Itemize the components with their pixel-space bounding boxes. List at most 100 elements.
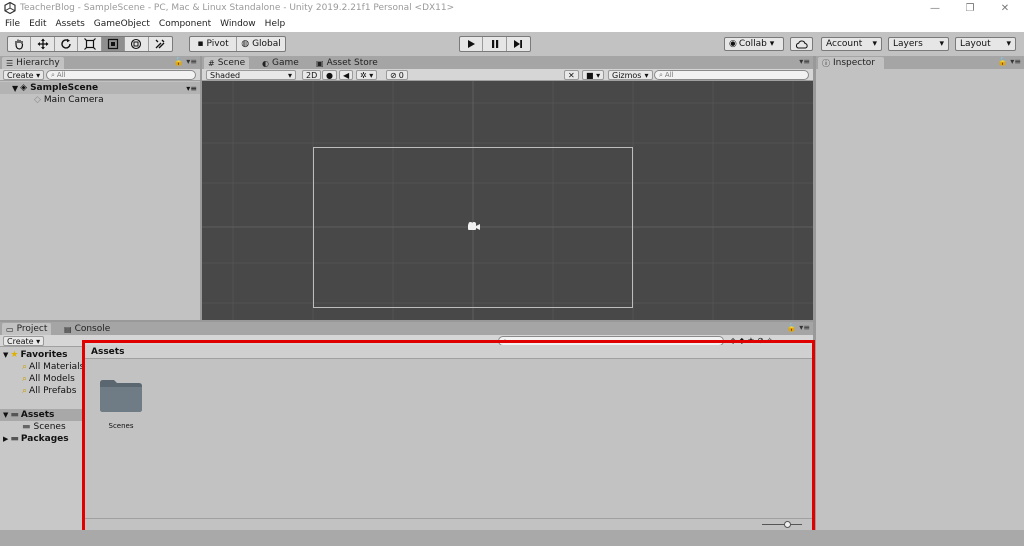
tab-console[interactable]: ▤ Console (60, 323, 114, 335)
camera-icon: ■ ▾ (586, 70, 601, 80)
panel-menu-icon[interactable]: 🔒 ▾≡ (998, 57, 1021, 66)
search-icon: ⌕ (51, 70, 55, 79)
gizmos-dropdown[interactable]: Gizmos ▾ (608, 70, 653, 80)
scene-tools-button[interactable]: ✕ (564, 70, 579, 80)
tools-icon: ✕ (568, 70, 575, 80)
transform-tool-button[interactable] (125, 37, 149, 51)
menu-assets[interactable]: Assets (56, 19, 85, 29)
2d-toggle[interactable]: 2D (302, 70, 322, 80)
folder-icon: ▬ (10, 410, 19, 420)
tab-game[interactable]: ◐ Game (258, 57, 303, 69)
close-button[interactable]: ✕ (988, 0, 1022, 16)
minimize-button[interactable]: — (918, 0, 952, 16)
assets-folder-row[interactable]: ▼ ▬ Assets (0, 409, 82, 421)
pacman-icon: ◐ (262, 58, 269, 68)
search-filter-icon: ⌕ (22, 362, 28, 372)
menu-help[interactable]: Help (265, 19, 286, 29)
hierarchy-item-label: Main Camera (43, 95, 104, 105)
favorite-label: All Prefabs (29, 386, 77, 396)
scene-tab-label: Scene (217, 58, 246, 68)
play-controls (459, 36, 531, 52)
chevron-down-icon: ▾ (1006, 39, 1011, 49)
menu-edit[interactable]: Edit (29, 19, 46, 29)
pause-button[interactable] (483, 37, 507, 51)
audio-toggle[interactable]: ◀ (339, 70, 354, 80)
play-button[interactable] (460, 37, 484, 51)
unity-logo-icon (4, 2, 16, 14)
step-button[interactable] (507, 37, 530, 51)
assets-content-area: Assets Scenes (82, 340, 815, 533)
inspector-tab-label: Inspector (833, 58, 875, 68)
menu-file[interactable]: File (5, 19, 20, 29)
scene-menu-icon[interactable]: ▾≡ (186, 84, 197, 93)
step-icon (514, 40, 523, 48)
collab-dropdown[interactable]: ◉ Collab ▾ (724, 37, 784, 51)
pivot-toggle[interactable]: ▪ Pivot (190, 37, 238, 51)
menu-window[interactable]: Window (220, 19, 256, 29)
camera-gizmo-icon[interactable] (467, 222, 481, 232)
assets-folder-label: Assets (20, 410, 55, 420)
favorites-row[interactable]: ▼ ★ Favorites (0, 349, 68, 361)
packages-row[interactable]: ▶ ▬ Packages (0, 433, 69, 445)
tab-hierarchy[interactable]: ☰ Hierarchy (2, 57, 64, 69)
tab-scene[interactable]: # Scene (204, 57, 250, 69)
scene-toolbar: Shaded ▾ 2D ● ◀ ✲ ▾ ⊘ 0 ✕ ■ ▾ Gizmos ▾ ⌕… (202, 69, 813, 81)
rect-tool-button[interactable] (101, 37, 126, 51)
account-dropdown[interactable]: Account ▾ (821, 37, 882, 51)
favorite-item[interactable]: ⌕ All Prefabs (0, 385, 76, 397)
icon-size-slider[interactable] (762, 521, 802, 528)
chevron-down-icon: ▾ (644, 70, 649, 80)
scene-search-input[interactable]: ⌕ All (654, 70, 809, 80)
move-tool-button[interactable] (31, 37, 55, 51)
cloud-button[interactable] (790, 37, 813, 51)
minimize-icon: — (930, 2, 940, 14)
hierarchy-toolbar: Create ▾ ⌕ All (0, 69, 200, 81)
cloud-icon (795, 40, 808, 48)
rotate-tool-button[interactable] (55, 37, 79, 51)
menu-component[interactable]: Component (159, 19, 211, 29)
search-placeholder: All (664, 71, 674, 79)
custom-tool-button[interactable] (149, 37, 172, 51)
effects-dropdown[interactable]: ✲ ▾ (356, 70, 378, 80)
asset-grid-item[interactable]: Scenes (99, 377, 143, 430)
scale-tool-button[interactable] (78, 37, 102, 51)
menu-gameobject[interactable]: GameObject (94, 19, 150, 29)
lighting-toggle[interactable]: ● (322, 70, 337, 80)
collab-label: Collab ▾ (738, 39, 775, 49)
breadcrumb[interactable]: Assets (91, 347, 124, 357)
tab-asset-store[interactable]: ▣ Asset Store (312, 57, 382, 69)
favorite-item[interactable]: ⌕ All Models (0, 373, 75, 385)
eye-slash-icon: ⊘ (390, 70, 397, 80)
hierarchy-panel: ☰ Hierarchy 🔒 ▾≡ Create ▾ ⌕ All ▼ ◈ Samp… (0, 56, 200, 320)
favorite-item[interactable]: ⌕ All Materials (0, 361, 84, 373)
asset-grid-item-label: Scenes (108, 422, 134, 430)
panel-menu-icon[interactable]: 🔒 ▾≡ (787, 323, 810, 332)
hierarchy-item[interactable]: ◇ Main Camera (0, 94, 200, 106)
folder-icon (100, 380, 142, 412)
maximize-button[interactable]: ❐ (953, 0, 987, 16)
tab-inspector[interactable]: ⓘ Inspector (818, 57, 884, 69)
unity-scene-icon: ◈ (20, 83, 28, 93)
layers-dropdown[interactable]: Layers ▾ (888, 37, 949, 51)
project-create-button[interactable]: Create ▾ (3, 336, 45, 346)
folder-icon: ▬ (10, 434, 19, 444)
asset-store-tab-label: Asset Store (326, 58, 378, 68)
hierarchy-search-input[interactable]: ⌕ All (46, 70, 196, 80)
hand-tool-button[interactable] (8, 37, 32, 51)
hierarchy-create-button[interactable]: Create ▾ (3, 70, 45, 80)
slider-thumb[interactable] (784, 521, 791, 528)
global-toggle[interactable]: ◍ Global (237, 37, 285, 51)
play-icon (468, 40, 476, 48)
tab-project[interactable]: ▭ Project (2, 323, 52, 335)
panel-menu-icon[interactable]: 🔒 ▾≡ (174, 57, 197, 66)
camera-settings-dropdown[interactable]: ■ ▾ (582, 70, 605, 80)
scene-viewport[interactable] (202, 81, 813, 320)
folder-item[interactable]: ▬ Scenes (0, 421, 66, 433)
shading-mode-dropdown[interactable]: Shaded ▾ (206, 70, 296, 80)
panel-menu-icon[interactable]: ▾≡ (799, 57, 810, 66)
layout-dropdown[interactable]: Layout ▾ (955, 37, 1016, 51)
inspector-tabstrip: ⓘ Inspector 🔒 ▾≡ (816, 56, 1024, 69)
hidden-objects-toggle[interactable]: ⊘ 0 (386, 70, 408, 80)
menu-bar: File Edit Assets GameObject Component Wi… (0, 16, 1024, 32)
scene-row[interactable]: ▼ ◈ SampleScene ▾≡ (0, 82, 200, 94)
